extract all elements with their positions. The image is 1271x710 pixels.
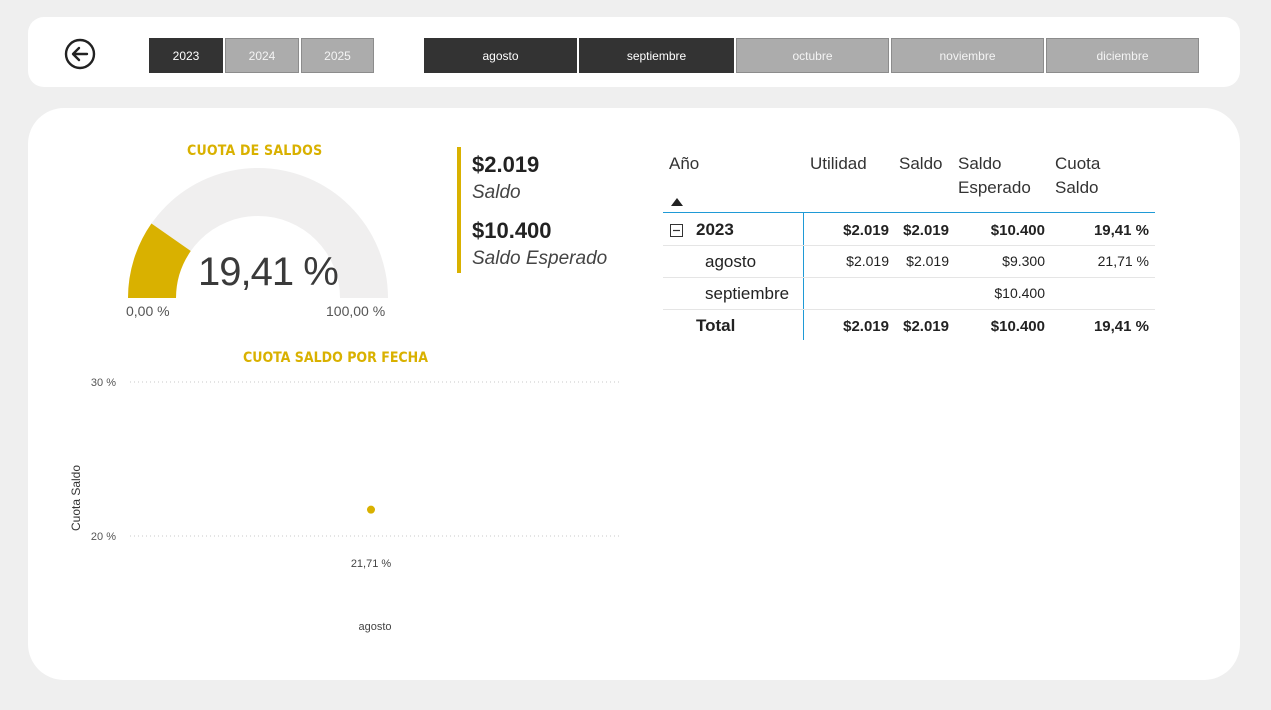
back-button[interactable] — [64, 38, 96, 70]
month-button-septiembre[interactable]: septiembre — [579, 38, 734, 73]
cell-esperado: $9.300 — [1002, 253, 1045, 269]
gauge-value: 19,41 % — [198, 250, 339, 294]
sort-up-icon[interactable] — [671, 198, 683, 206]
month-button-diciembre[interactable]: diciembre — [1046, 38, 1199, 73]
data-point[interactable] — [367, 505, 375, 514]
cell-esperado: $10.400 — [990, 318, 1045, 335]
cell-saldo: $2.019 — [906, 253, 949, 269]
year-button-2023[interactable]: 2023 — [149, 38, 223, 73]
month-label: agosto — [482, 48, 519, 63]
header-divider — [663, 212, 1155, 213]
table-row-2023: 2023 $2.019 $2.019 $10.400 19,41 % — [663, 214, 1155, 246]
month-button-agosto[interactable]: agosto — [424, 38, 577, 73]
y-tick-label: 20 % — [91, 531, 116, 543]
x-tick-label: agosto — [358, 621, 391, 633]
scatter-chart[interactable]: Cuota Saldo 30 % 20 % agosto 21,71 % — [60, 368, 630, 648]
cell-utilidad: $2.019 — [843, 222, 889, 239]
cell-saldo: $2.019 — [903, 318, 949, 335]
cell-cuota: 21,71 % — [1097, 253, 1149, 269]
y-tick-label: 30 % — [91, 377, 116, 389]
row-label: septiembre — [705, 284, 790, 303]
table-row-septiembre: septiembre $10.400 — [663, 278, 1155, 310]
gauge-min-label: 0,00 % — [126, 303, 170, 319]
row-label: Total — [696, 316, 736, 335]
saldo-value: $2.019 — [472, 152, 540, 177]
row-label: agosto — [705, 252, 757, 271]
cell-cuota: 19,41 % — [1093, 318, 1149, 335]
data-label: 21,71 % — [351, 558, 392, 570]
year-button-2024[interactable]: 2024 — [225, 38, 299, 73]
saldo-label: Saldo — [472, 182, 521, 203]
month-button-octubre[interactable]: octubre — [736, 38, 889, 73]
row-label: 2023 — [696, 220, 734, 239]
arrow-left-circle-icon — [64, 38, 96, 70]
cell-saldo: $2.019 — [903, 222, 949, 239]
header-cuota-saldo[interactable]: Cuota Saldo — [1055, 152, 1100, 200]
header-utilidad[interactable]: Utilidad — [810, 152, 867, 176]
cell-cuota: 19,41 % — [1093, 222, 1149, 239]
month-button-noviembre[interactable]: noviembre — [891, 38, 1044, 73]
year-label: 2025 — [324, 48, 351, 63]
month-label: octubre — [792, 48, 833, 63]
month-label: septiembre — [626, 48, 687, 63]
year-label: 2024 — [248, 48, 276, 63]
table-row-agosto: agosto $2.019 $2.019 $9.300 21,71 % — [663, 246, 1155, 278]
minus-square-icon[interactable] — [670, 224, 683, 237]
saldo-esperado-label: Saldo Esperado — [472, 248, 608, 269]
cell-utilidad: $2.019 — [843, 318, 889, 335]
header-saldo-esperado[interactable]: Saldo Esperado — [958, 152, 1031, 200]
year-label: 2023 — [172, 48, 200, 63]
saldo-esperado-value: $10.400 — [472, 218, 552, 243]
gauge-max-label: 100,00 % — [326, 303, 386, 319]
header-saldo[interactable]: Saldo — [899, 152, 942, 176]
cell-esperado: $10.400 — [990, 222, 1045, 239]
month-label: diciembre — [1096, 48, 1149, 63]
month-label: noviembre — [939, 48, 996, 63]
cell-utilidad: $2.019 — [846, 253, 889, 269]
year-button-2025[interactable]: 2025 — [301, 38, 374, 73]
header-anio[interactable]: Año — [669, 152, 699, 176]
chart-title: CUOTA SALDO POR FECHA — [243, 350, 428, 366]
y-axis-label: Cuota Saldo — [69, 465, 83, 531]
table-row-total: Total $2.019 $2.019 $10.400 19,41 % — [663, 310, 1155, 341]
cell-esperado: $10.400 — [994, 285, 1045, 301]
kpi-accent-bar — [457, 147, 461, 273]
gauge-title: CUOTA DE SALDOS — [187, 143, 323, 159]
